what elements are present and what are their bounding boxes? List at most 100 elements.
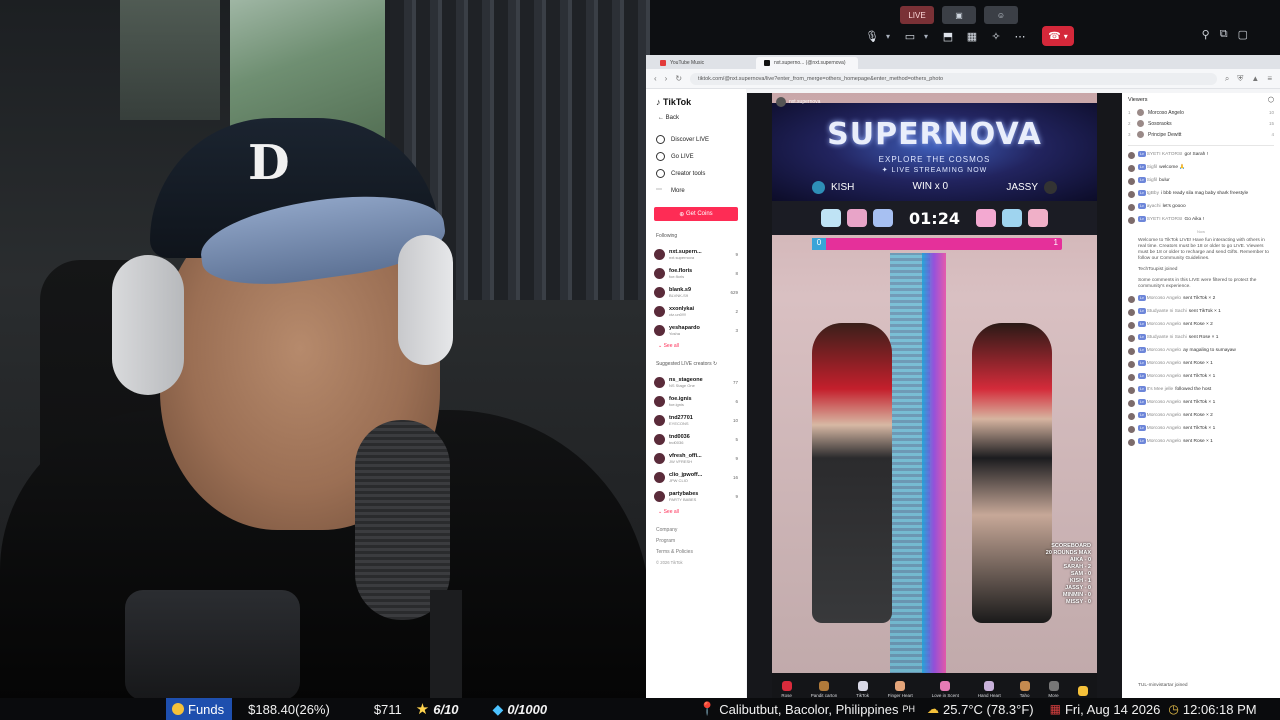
- account-subtitle: tnd0036: [669, 440, 684, 445]
- live-video[interactable]: SUPERNOVA EXPLORE THE COSMOS ✦ LIVE STRE…: [772, 93, 1097, 675]
- gift-item[interactable]: Hand Heart: [978, 681, 1001, 698]
- message-author[interactable]: Morcoso Angelo: [1147, 322, 1181, 327]
- viewer-row[interactable]: 2 Sosoraoks 15: [1128, 118, 1274, 129]
- participant-thumbnail[interactable]: ☺: [984, 6, 1018, 24]
- message-author[interactable]: Studyante ni Sachi: [1147, 335, 1187, 340]
- hangup-button[interactable]: ☎ ▾: [1042, 26, 1074, 46]
- share-screen-icon[interactable]: ⬒: [938, 26, 958, 46]
- message-author[interactable]: Morcoso Angelo: [1147, 348, 1181, 353]
- menu-icon[interactable]: ≡: [1267, 74, 1272, 83]
- popout-icon[interactable]: ⧉: [1220, 28, 1228, 41]
- settings-icon[interactable]: ◯: [1268, 97, 1274, 103]
- camera-off-icon[interactable]: ▭: [900, 26, 920, 46]
- account-row[interactable]: ns_stageone NS Stage One 77: [654, 373, 738, 392]
- pin-icon[interactable]: ⚲: [1202, 28, 1210, 41]
- address-bar: ‹ › ↻ tiktok.com/@nxt.supernova/live?ent…: [646, 69, 1280, 89]
- back-arrow-icon[interactable]: ‹: [654, 74, 657, 83]
- extensions-icon[interactable]: ▲: [1251, 74, 1259, 83]
- nav-go-live[interactable]: Go LIVE: [656, 148, 738, 165]
- message-author[interactable]: Morcoso Angelo: [1147, 439, 1181, 444]
- gift-item[interactable]: Finger Heart: [888, 681, 913, 698]
- banner-title: SUPERNOVA: [827, 117, 1042, 152]
- gift-item[interactable]: Taho: [1019, 681, 1030, 698]
- zoom-icon[interactable]: ⌕: [1225, 74, 1229, 84]
- cap-logo: D: [248, 135, 290, 191]
- see-all-link[interactable]: ⌄ See all: [658, 509, 738, 515]
- grid-icon[interactable]: ▦: [962, 26, 982, 46]
- message-author[interactable]: SYETI KATORSI: [1147, 152, 1183, 157]
- account-row[interactable]: vfresh_offi... JW VFRESH 9: [654, 449, 738, 468]
- account-row[interactable]: yeshapardo Yosha 3: [654, 321, 738, 340]
- account-row[interactable]: tnd0036 tnd0036 5: [654, 430, 738, 449]
- chat-message: Lv Studyante ni Sachi sent TikTok × 1: [1128, 308, 1274, 316]
- account-row[interactable]: blank.s9 BLVNK-S9 629: [654, 283, 738, 302]
- account-row[interactable]: foe.ignis foe.ignis 6: [654, 392, 738, 411]
- footer-link-terms[interactable]: Terms & Policies: [656, 549, 738, 555]
- gift-icon: [1019, 681, 1030, 691]
- account-row[interactable]: tnd27701 EYECONS 10: [654, 411, 738, 430]
- message-author[interactable]: SYETI KATORSI: [1147, 217, 1183, 222]
- refresh-icon[interactable]: ↻: [713, 361, 717, 367]
- nav-creator-tools[interactable]: Creator tools: [656, 165, 738, 182]
- message-author[interactable]: Sigfil: [1147, 178, 1157, 183]
- avatar: [654, 434, 665, 445]
- participant-thumbnail[interactable]: ▣: [942, 6, 976, 24]
- mic-icon[interactable]: 🎙: [862, 26, 882, 46]
- back-link[interactable]: ← Back: [658, 115, 738, 121]
- account-text: clio_jpwoff... JPW CLIO: [669, 472, 729, 483]
- battle-timer: 01:24: [909, 208, 960, 228]
- tab-tiktok-live[interactable]: nxt.superno... (@nxt.supernova): [756, 57, 858, 69]
- chevron-down-icon[interactable]: ▾: [886, 32, 896, 41]
- maximize-icon[interactable]: ▢: [1238, 28, 1248, 41]
- message-author[interactable]: tgBby: [1147, 191, 1159, 196]
- message-author[interactable]: Morcoso Angelo: [1147, 296, 1181, 301]
- account-row[interactable]: xxonlykai ctz.un0!!!! 2: [654, 302, 738, 321]
- webcam-feed: D: [0, 0, 650, 698]
- tab-youtube-music[interactable]: YouTube Music: [652, 57, 754, 69]
- message-author[interactable]: It's Mee jelle: [1147, 387, 1174, 392]
- logo-text: TikTok: [663, 97, 692, 107]
- message-author[interactable]: Sigfil: [1147, 165, 1157, 170]
- gift-item[interactable]: Pandit carton: [811, 681, 837, 698]
- more-icon[interactable]: ⋯: [1010, 26, 1030, 46]
- shield-icon[interactable]: ⛨: [1237, 74, 1243, 84]
- viewer-row[interactable]: 3 Principe Dewitt 4: [1128, 129, 1274, 140]
- account-row[interactable]: clio_jpwoff... JPW CLIO 16: [654, 468, 738, 487]
- forward-arrow-icon[interactable]: ›: [665, 74, 668, 83]
- message-author[interactable]: Morcoso Angelo: [1147, 400, 1181, 405]
- message-author[interactable]: Morcoso Angelo: [1147, 361, 1181, 366]
- nav-more[interactable]: ⋯ More: [656, 182, 738, 199]
- gift-item[interactable]: Love in Scent: [932, 681, 959, 698]
- gift-item[interactable]: More: [1048, 681, 1059, 698]
- gift-item[interactable]: TikTok: [856, 681, 869, 698]
- gift-item[interactable]: Rose: [781, 681, 792, 698]
- url-field[interactable]: tiktok.com/@nxt.supernova/live?enter_fro…: [690, 72, 1217, 85]
- message-author[interactable]: Studyante ni Sachi: [1147, 309, 1187, 314]
- chevron-down-icon[interactable]: ▾: [924, 32, 934, 41]
- gift-item[interactable]: [1077, 686, 1088, 698]
- date: ▦ Fri, Aug 14 2026: [1050, 702, 1161, 717]
- headphone-left: [112, 255, 184, 395]
- participant-thumbnail[interactable]: LIVE: [900, 6, 934, 24]
- effects-icon[interactable]: ✧: [986, 26, 1006, 46]
- message-author[interactable]: Morcoso Angelo: [1147, 426, 1181, 431]
- tiktok-logo[interactable]: ♪ TikTok: [656, 97, 738, 107]
- message-body: Lv SYETI KATORSI go! Sarah !: [1138, 151, 1274, 159]
- message-author[interactable]: Morcoso Angelo: [1147, 374, 1181, 379]
- nav-discover-live[interactable]: Discover LIVE: [656, 131, 738, 148]
- get-coins-button[interactable]: ⊕ Get Coins: [654, 207, 738, 221]
- account-text: blank.s9 BLVNK-S9: [669, 287, 726, 298]
- message-text: ay magaling to sumayaw: [1183, 348, 1236, 353]
- account-row[interactable]: nxt.supern... nxt.supernova 9: [654, 245, 738, 264]
- see-all-link[interactable]: ⌄ See all: [658, 343, 738, 349]
- streamer-tag[interactable]: nxt.supernova: [776, 97, 820, 107]
- viewer-row[interactable]: 1 Morcoso Angelo 10: [1128, 107, 1274, 118]
- account-row[interactable]: partybabes PARTY BABES 9: [654, 487, 738, 506]
- footer-link-program[interactable]: Program: [656, 538, 738, 544]
- message-author[interactable]: Morcoso Angelo: [1147, 413, 1181, 418]
- message-author[interactable]: ayachi: [1147, 204, 1161, 209]
- reload-icon[interactable]: ↻: [675, 74, 682, 83]
- chat-message: Lv tgBby i bbb ready sila mag baby shark f…: [1128, 190, 1274, 198]
- account-row[interactable]: foe.floris foe.floris 8: [654, 264, 738, 283]
- footer-link-company[interactable]: Company: [656, 527, 738, 533]
